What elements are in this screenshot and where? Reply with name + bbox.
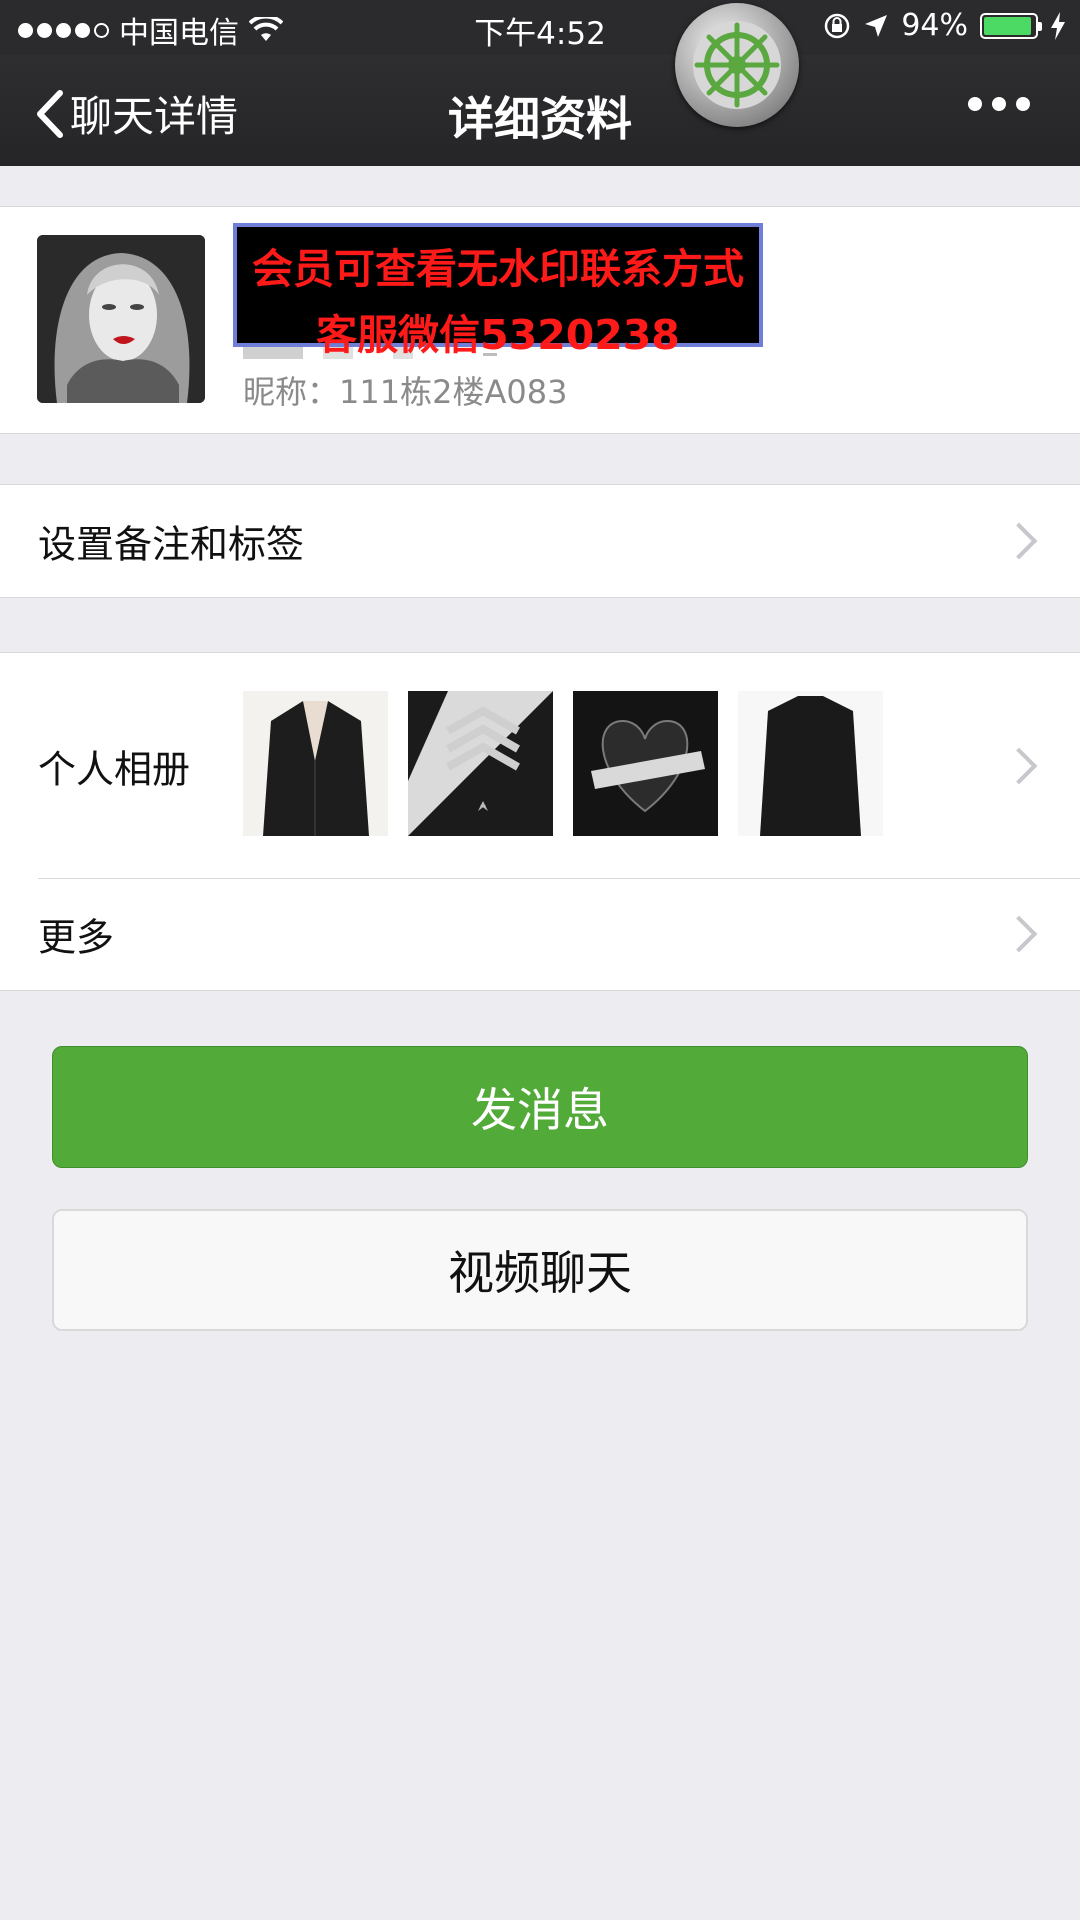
set-remark-and-tags-row[interactable]: 设置备注和标签 — [0, 485, 1080, 597]
nickname-row: 昵称：111栋2楼A083 — [243, 367, 567, 413]
watermark-banner: 会员可查看无水印联系方式 客服微信5320238 — [233, 223, 763, 359]
album-thumbnail[interactable] — [408, 691, 553, 836]
profile-card: 昵称：111栋2楼A083 会员可查看无水印联系方式 客服微信5320238 — [0, 206, 1080, 434]
battery-icon — [980, 12, 1042, 39]
page-title: 详细资料 — [448, 92, 632, 146]
album-thumbnails — [243, 691, 883, 836]
remark-group: 设置备注和标签 — [0, 484, 1080, 598]
navigation-bar: 聊天详情 详细资料 — [0, 55, 1080, 166]
more-row[interactable]: 更多 — [0, 878, 1080, 990]
more-label: 更多 — [38, 915, 115, 960]
avatar-portrait — [37, 235, 205, 403]
ship-wheel-icon — [693, 21, 781, 109]
location-arrow-icon — [865, 14, 888, 37]
album-thumbnail[interactable] — [243, 691, 388, 836]
send-message-button[interactable]: 发消息 — [52, 1046, 1028, 1168]
battery-fill — [984, 16, 1031, 35]
album-thumbnail[interactable] — [738, 691, 883, 836]
nickname-label: 昵称： — [243, 373, 340, 411]
battery-percent: 94% — [901, 8, 968, 43]
chevron-right-icon — [1000, 915, 1038, 953]
more-options-button[interactable] — [968, 97, 1030, 111]
ship-wheel-badge[interactable] — [675, 3, 799, 127]
personal-album-label: 个人相册 — [38, 747, 191, 791]
charging-bolt-icon — [1051, 11, 1065, 40]
album-thumbnail[interactable] — [573, 691, 718, 836]
album-group: 个人相册 更多 — [0, 652, 1080, 991]
watermark-line-2: 客服微信5320238 — [316, 311, 680, 359]
nickname-value: 111栋2楼A083 — [339, 373, 568, 411]
ellipsis-icon — [968, 97, 982, 111]
video-chat-button[interactable]: 视频聊天 — [52, 1209, 1028, 1331]
personal-album-row[interactable]: 个人相册 — [0, 653, 1080, 878]
rotation-lock-icon — [825, 13, 850, 38]
profile-detail-screen: 中国电信 下午4:52 94% 聊天详情 详细资料 昵称：111栋2楼A083 … — [0, 0, 1080, 1920]
chevron-right-icon — [1000, 747, 1038, 784]
status-bar: 中国电信 下午4:52 94% — [0, 0, 1080, 55]
status-right: 94% — [823, 8, 1066, 43]
avatar[interactable] — [37, 235, 205, 403]
chevron-right-icon — [1000, 522, 1038, 560]
watermark-line-1: 会员可查看无水印联系方式 — [252, 245, 744, 293]
set-remark-label: 设置备注和标签 — [38, 522, 305, 567]
